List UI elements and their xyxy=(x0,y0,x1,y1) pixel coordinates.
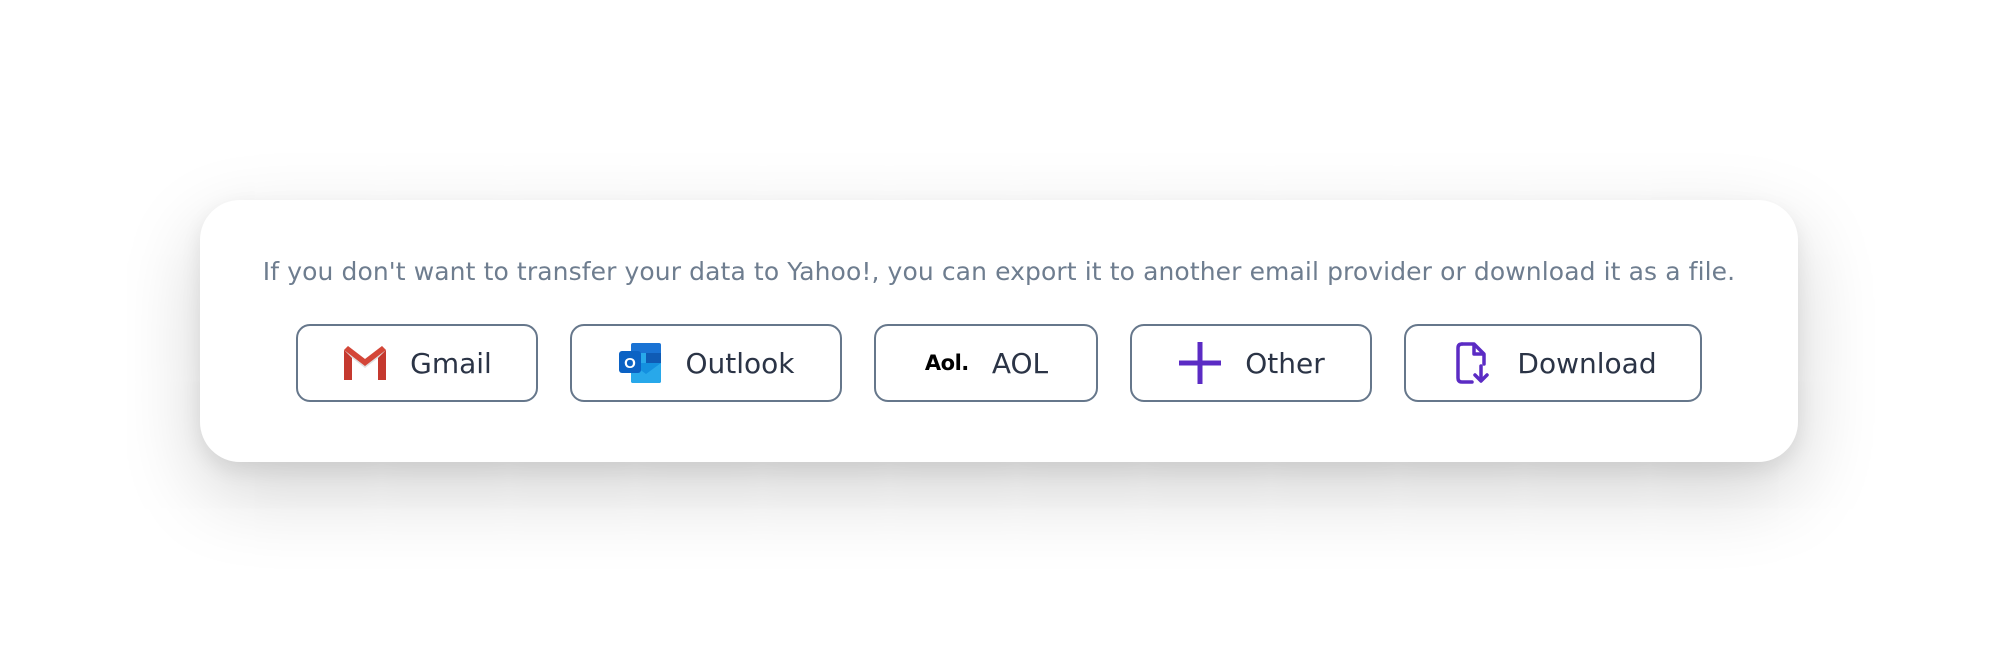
aol-label: AOL xyxy=(991,346,1049,380)
gmail-label: Gmail xyxy=(410,346,492,380)
outlook-icon: O xyxy=(617,340,663,386)
aol-logo-text: Aol. xyxy=(924,351,969,375)
export-message: If you don't want to transfer your data … xyxy=(262,257,1736,286)
other-label: Other xyxy=(1245,346,1325,380)
provider-buttons: Gmail O Outlook Aol. AOL Other Download xyxy=(200,324,1798,402)
outlook-button[interactable]: O Outlook xyxy=(570,324,842,402)
gmail-icon xyxy=(342,340,388,386)
file-download-icon xyxy=(1449,340,1495,386)
aol-button[interactable]: Aol. AOL xyxy=(874,324,1098,402)
export-options-card: If you don't want to transfer your data … xyxy=(200,200,1798,462)
outlook-label: Outlook xyxy=(685,346,795,380)
plus-icon xyxy=(1177,340,1223,386)
other-button[interactable]: Other xyxy=(1130,324,1372,402)
download-button[interactable]: Download xyxy=(1404,324,1702,402)
gmail-button[interactable]: Gmail xyxy=(296,324,538,402)
download-label: Download xyxy=(1517,346,1657,380)
aol-icon: Aol. xyxy=(924,340,970,386)
svg-text:O: O xyxy=(625,355,637,372)
